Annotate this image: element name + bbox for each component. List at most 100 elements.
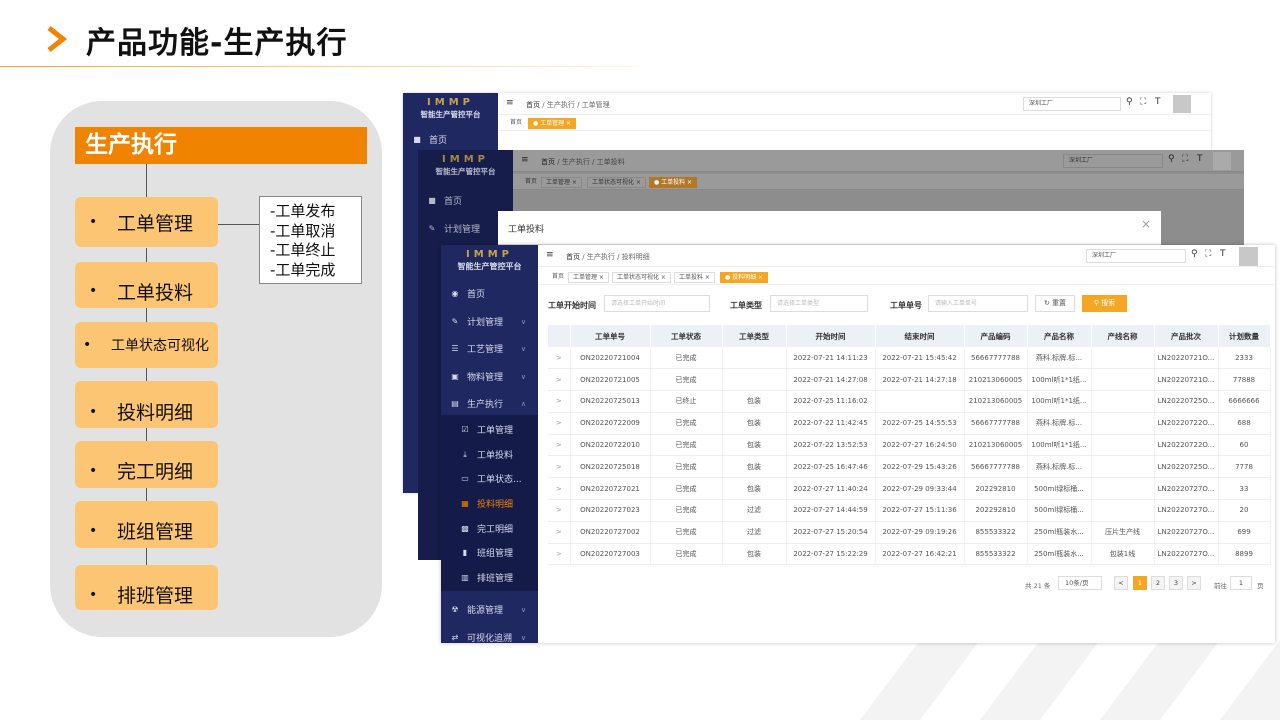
factory-icon: ▤ — [451, 399, 459, 408]
type-select[interactable]: 请选择工单类型 — [770, 295, 868, 312]
table-cell: 77888 — [1218, 368, 1271, 392]
sidebar-item-home[interactable]: ■ 首页 — [418, 194, 513, 207]
feature-work-feeding[interactable]: • 工单投料 — [75, 262, 218, 308]
table-cell — [875, 390, 965, 413]
sidebar-sub-status-visual[interactable]: ▭ 工单状态... — [441, 472, 538, 485]
expand-row-icon[interactable]: > — [548, 347, 571, 370]
tab-work-feeding[interactable]: 工单投料 × — [674, 272, 715, 283]
tab-work-order[interactable]: 工单管理 × — [568, 272, 609, 283]
table-row[interactable]: > ON20220727021 已完成 包装 2022-07-27 11:40:24 20… — [548, 477, 1271, 501]
save-icon: ▩ — [461, 524, 469, 533]
table-cell — [1091, 412, 1155, 435]
reset-button[interactable]: ↻ 重置 — [1035, 295, 1075, 312]
tab-status-visual[interactable]: 工单状态可视化 × — [587, 177, 646, 188]
feature-feeding-detail[interactable]: • 投料明细 — [75, 381, 218, 428]
order-no-input[interactable]: 请输入工单单号 — [928, 295, 1028, 312]
tab-work-order[interactable]: 工单管理 × — [541, 177, 582, 188]
feature-team-management[interactable]: • 班组管理 — [75, 501, 218, 548]
sidebar-item-plan[interactable]: ✎ 计划管理 ∨ — [441, 315, 538, 328]
table-row[interactable]: > ON20220722009 已完成 包装 2022-07-22 11:42:45 20… — [548, 412, 1271, 435]
factory-select[interactable]: 深圳工厂 — [1086, 249, 1186, 263]
expand-row-icon[interactable]: > — [548, 499, 571, 522]
table-cell: 已完成 — [650, 499, 723, 522]
column-header: 产品编码 — [964, 325, 1028, 347]
table-cell: 燕科.标牌.标... — [1027, 455, 1092, 479]
fullscreen-icon[interactable]: ⛶ — [1205, 249, 1211, 259]
next-page-button[interactable]: > — [1187, 576, 1201, 590]
sidebar-item-production[interactable]: ▤ 生产执行 ∧ — [441, 397, 538, 410]
table-row[interactable]: > ON20220727023 已完成 过滤 2022-07-27 14:44:59 20… — [548, 499, 1271, 522]
fullscreen-icon[interactable]: ⛶ — [1182, 154, 1188, 164]
sidebar-item-home[interactable]: ◉ 首页 — [441, 287, 538, 300]
menu-fold-icon[interactable]: ≡ — [546, 250, 554, 260]
table-row[interactable]: > ON20220721005 已完成 2022-07-21 14:27:08 2022… — [548, 368, 1271, 392]
search-icon[interactable]: ⚲ — [1191, 249, 1198, 259]
sidebar-item-process[interactable]: ☰ 工艺管理 ∨ — [441, 342, 538, 355]
chevron-down-icon: ∨ — [520, 633, 526, 642]
avatar[interactable] — [1239, 247, 1258, 266]
search-icon[interactable]: ⚲ — [1168, 154, 1175, 164]
fullscreen-icon[interactable]: ⛶ — [1140, 97, 1146, 107]
sidebar-item-energy[interactable]: ☢ 能源管理 ∨ — [441, 603, 538, 616]
prev-page-button[interactable]: < — [1114, 576, 1128, 590]
sidebar-item-material[interactable]: ▣ 物料管理 ∨ — [441, 370, 538, 383]
table-cell: 2022-07-21 14:27:08 — [786, 368, 876, 392]
table-row[interactable]: > ON20220722010 已完成 包装 2022-07-22 13:52:53 20… — [548, 434, 1271, 457]
expand-row-icon[interactable]: > — [548, 455, 571, 479]
feature-work-order[interactable]: • 工单管理 — [75, 197, 218, 247]
menu-fold-icon[interactable]: ≡ — [506, 98, 514, 108]
sidebar-sub-shift[interactable]: ▥ 排班管理 — [441, 571, 538, 584]
tab-home[interactable]: 首页 — [506, 118, 527, 129]
table-row[interactable]: > ON20220725013 已终止 包装 2022-07-25 11:16:02 21… — [548, 390, 1271, 413]
table-row[interactable]: > ON20220721004 已完成 2022-07-21 14:11:23 2022… — [548, 347, 1271, 370]
expand-row-icon[interactable]: > — [548, 434, 571, 457]
feature-label: 完工明细 — [117, 461, 194, 483]
sidebar-sub-completion-detail[interactable]: ▩ 完工明细 — [441, 522, 538, 535]
goto-page-input[interactable]: 1 — [1230, 576, 1252, 590]
expand-row-icon[interactable]: > — [548, 412, 571, 435]
sidebar-sub-team[interactable]: ▮ 班组管理 — [441, 546, 538, 559]
page-button[interactable]: 2 — [1151, 576, 1165, 590]
sidebar-item-trace[interactable]: ⇄ 可视化追溯 ∨ — [441, 631, 538, 643]
sidebar-sub-work-feeding[interactable]: ⤓ 工单投料 — [441, 448, 538, 462]
feature-completion-detail[interactable]: • 完工明细 — [75, 441, 218, 488]
page-size-select[interactable]: 10条/页 — [1058, 576, 1102, 590]
start-time-input[interactable]: 请选择工单开始时间 — [604, 295, 710, 312]
avatar[interactable] — [1173, 95, 1191, 113]
factory-select[interactable]: 深圳工厂 — [1023, 97, 1121, 111]
table-cell: 2022-07-29 09:33:44 — [875, 477, 965, 501]
font-size-icon[interactable]: T — [1197, 154, 1203, 164]
expand-row-icon[interactable]: > — [548, 521, 571, 544]
table-cell: LN20220725O... — [1154, 455, 1219, 479]
menu-fold-icon[interactable]: ≡ — [521, 155, 529, 165]
sidebar-sub-feeding-detail[interactable]: ▦ 投料明细 — [441, 497, 538, 510]
tab-feeding-detail[interactable]: ● 投料明细 × — [720, 272, 769, 283]
table-row[interactable]: > ON20220725018 已完成 包装 2022-07-25 16:47:46 20… — [548, 455, 1271, 479]
sidebar-item-home[interactable]: ■ 首页 — [403, 133, 498, 146]
feature-shift-management[interactable]: • 排班管理 — [75, 565, 218, 610]
factory-select[interactable]: 深圳工厂 — [1063, 154, 1163, 168]
search-button[interactable]: ⚲ 搜索 — [1082, 295, 1127, 312]
expand-row-icon[interactable]: > — [548, 390, 571, 413]
search-icon[interactable]: ⚲ — [1126, 97, 1133, 107]
table-row[interactable]: > ON20220727002 已完成 过滤 2022-07-27 15:20:54 20… — [548, 521, 1271, 544]
expand-row-icon[interactable]: > — [548, 543, 571, 566]
avatar[interactable] — [1213, 152, 1231, 170]
close-icon[interactable]: × — [1141, 217, 1151, 231]
font-size-icon[interactable]: T — [1155, 97, 1161, 107]
expand-row-icon[interactable]: > — [548, 477, 571, 501]
tab-work-feeding[interactable]: ● 工单投料 × — [649, 177, 698, 188]
sidebar-sub-work-order[interactable]: ☑ 工单管理 — [441, 423, 538, 436]
font-size-icon[interactable]: T — [1220, 249, 1226, 259]
tab-home[interactable]: 首页 — [521, 177, 542, 188]
tab-status-visual[interactable]: 工单状态可视化 × — [612, 272, 671, 283]
table-cell: 燕科.标牌.标... — [1027, 412, 1092, 435]
page-button[interactable]: 1 — [1133, 576, 1147, 590]
feature-status-visual[interactable]: • 工单状态可视化 — [75, 322, 218, 368]
page-button[interactable]: 3 — [1169, 576, 1183, 590]
tab-work-order[interactable]: ● 工单管理 × — [528, 118, 577, 129]
table-cell: 已完成 — [650, 543, 723, 566]
tab-home[interactable]: 首页 — [548, 272, 569, 283]
table-row[interactable]: > ON20220727003 已完成 包装 2022-07-27 15:22:29 20… — [548, 543, 1271, 566]
expand-row-icon[interactable]: > — [548, 368, 571, 392]
